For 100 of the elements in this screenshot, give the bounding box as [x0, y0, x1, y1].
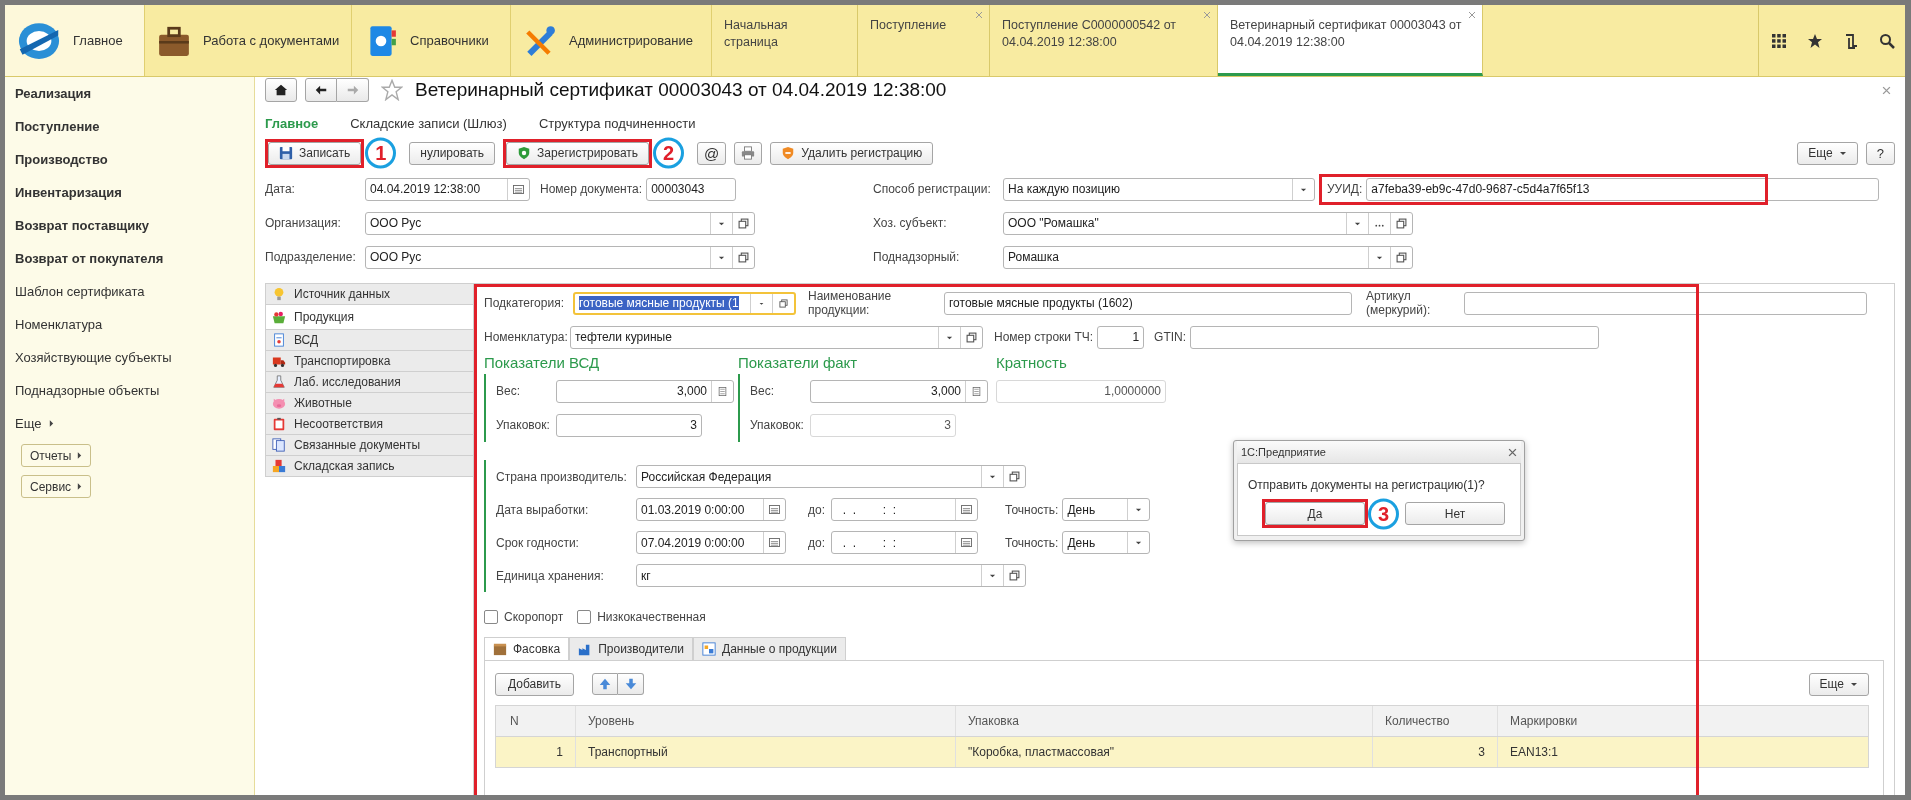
- select-field[interactable]: День: [1062, 531, 1151, 554]
- text-field[interactable]: 00003043: [646, 177, 737, 201]
- number-field[interactable]: 1,0000000: [996, 379, 1166, 403]
- side-tab[interactable]: Несоответствия: [265, 413, 473, 434]
- date-field[interactable]: . . : :: [831, 531, 978, 554]
- close-icon[interactable]: [1203, 11, 1211, 19]
- date-field[interactable]: 04.04.2019 12:38:00: [365, 177, 530, 201]
- form-tab[interactable]: Складские записи (Шлюз): [350, 115, 507, 131]
- side-tab[interactable]: Животные: [265, 392, 473, 413]
- checkbox[interactable]: [484, 610, 498, 624]
- field-label: Подкатегория:: [484, 296, 565, 310]
- sidebar-item[interactable]: Поднадзорные объекты: [15, 374, 160, 407]
- move-up-button[interactable]: [592, 673, 619, 695]
- date-field[interactable]: 01.03.2019 0:00:00: [636, 498, 786, 521]
- dialog-title: 1С:Предприятие: [1241, 446, 1326, 458]
- side-tab[interactable]: Продукция: [265, 304, 473, 329]
- tab[interactable]: Данные о продукции: [693, 637, 846, 660]
- tab[interactable]: Производители: [569, 637, 694, 660]
- sidebar-item[interactable]: Хозяйствующие субъекты: [15, 341, 172, 374]
- select-field[interactable]: ООО Рус: [365, 245, 755, 269]
- help-button[interactable]: ?: [1865, 141, 1895, 165]
- sidebar-item[interactable]: Возврат поставщику: [15, 209, 149, 242]
- section-tab[interactable]: Работа с документами: [145, 5, 352, 76]
- tab[interactable]: Фасовка: [484, 637, 570, 660]
- close-icon[interactable]: [975, 11, 983, 19]
- group-title: Показатели факт: [738, 354, 859, 373]
- column-header[interactable]: Маркировки: [1498, 706, 1868, 736]
- favorite-star-icon[interactable]: [381, 79, 403, 101]
- select-field[interactable]: тефтели куриные: [570, 325, 983, 349]
- select-field[interactable]: Российская Федерация: [636, 465, 1026, 488]
- side-tab[interactable]: Транспортировка: [265, 350, 473, 371]
- document-title: Ветеринарный сертификат 00003043 от 04.04.2019 12:38:00: [415, 79, 947, 101]
- side-tab[interactable]: Связанные документы: [265, 434, 473, 455]
- sidebar-item[interactable]: Реализация: [15, 77, 92, 110]
- more-button[interactable]: Еще: [1797, 141, 1858, 165]
- side-tab[interactable]: ВСД: [265, 329, 473, 350]
- column-header[interactable]: N: [496, 706, 576, 736]
- column-header[interactable]: Уровень: [576, 706, 956, 736]
- toolbar-button[interactable]: нулировать: [409, 141, 496, 165]
- apps-grid-icon[interactable]: [1771, 32, 1787, 49]
- number-field[interactable]: 3,000: [810, 379, 988, 403]
- close-icon[interactable]: [1508, 447, 1517, 457]
- search-icon[interactable]: [1879, 32, 1895, 49]
- date-field[interactable]: 07.04.2019 0:00:00: [636, 531, 786, 554]
- history-icon[interactable]: [1843, 32, 1859, 49]
- sidebar-button[interactable]: Отчеты: [21, 444, 92, 467]
- close-icon[interactable]: [1882, 85, 1891, 95]
- select-field[interactable]: ООО Рус: [365, 211, 755, 235]
- select-field[interactable]: Ромашка: [1003, 245, 1413, 269]
- move-down-button[interactable]: [618, 673, 645, 695]
- print-button[interactable]: [734, 141, 763, 165]
- sidebar-item[interactable]: Инвентаризация: [15, 176, 122, 209]
- toolbar-button[interactable]: Удалить регистрацию: [770, 141, 934, 165]
- sidebar-item[interactable]: Номенклатура: [15, 308, 103, 341]
- toolbar-button[interactable]: Зарегистрировать: [506, 141, 650, 165]
- text-field[interactable]: готовые мясные продукты (1602): [944, 291, 1352, 315]
- email-button[interactable]: @: [697, 141, 727, 165]
- sidebar-item[interactable]: Поступление: [15, 110, 100, 143]
- text-field[interactable]: [1464, 291, 1867, 315]
- form-tab[interactable]: Главное: [265, 115, 319, 131]
- caret-icon: [1850, 680, 1858, 688]
- sidebar-item[interactable]: Еще: [15, 407, 55, 440]
- checkbox[interactable]: [577, 610, 592, 624]
- text-field[interactable]: a7feba39-eb9c-47d0-9687-c5d4a7f65f13: [1366, 177, 1880, 201]
- sidebar-button[interactable]: Сервис: [21, 475, 92, 498]
- open-tab[interactable]: Ветеринарный сертификат 00003043 от 04.04.2019 12:38:00: [1218, 5, 1483, 76]
- field-label: Подразделение:: [265, 250, 357, 264]
- side-tab[interactable]: Источник данных: [265, 283, 473, 304]
- dialog-button[interactable]: Да: [1265, 502, 1365, 525]
- column-header[interactable]: Количество: [1373, 706, 1498, 736]
- select-field[interactable]: На каждую позицию: [1003, 177, 1315, 201]
- number-field[interactable]: 3: [556, 413, 702, 437]
- select-field[interactable]: готовые мясные продукты (1: [573, 291, 796, 315]
- number-field[interactable]: 3,000: [556, 379, 734, 403]
- basket-icon: [272, 310, 286, 324]
- dialog-button[interactable]: Нет: [1405, 502, 1505, 525]
- select-field[interactable]: ООО "Ромашка": [1003, 211, 1413, 235]
- section-tab[interactable]: Главное: [5, 5, 145, 76]
- side-tab[interactable]: Лаб. исследования: [265, 371, 473, 392]
- sidebar-item[interactable]: Шаблон сертификата: [15, 275, 145, 308]
- add-button[interactable]: Добавить: [495, 672, 575, 696]
- select-field[interactable]: кг: [636, 564, 1026, 587]
- side-tab[interactable]: Складская запись: [265, 455, 473, 477]
- form-tab[interactable]: Структура подчиненности: [538, 115, 696, 131]
- star-icon[interactable]: [1807, 32, 1823, 49]
- text-field[interactable]: [1190, 325, 1600, 349]
- column-header[interactable]: Упаковка: [956, 706, 1373, 736]
- forward-arrow-icon: [345, 83, 360, 97]
- number-field[interactable]: 1: [1097, 325, 1145, 349]
- date-field[interactable]: . . : :: [831, 498, 978, 521]
- close-icon[interactable]: [1468, 11, 1476, 19]
- sidebar-item[interactable]: Возврат от покупателя: [15, 242, 164, 275]
- bulb-icon: [272, 287, 286, 301]
- home-button[interactable]: [265, 78, 297, 102]
- back-button[interactable]: [305, 78, 337, 102]
- select-field[interactable]: День: [1062, 498, 1151, 521]
- section-tab[interactable]: Справочники: [352, 5, 511, 76]
- sidebar-item[interactable]: Производство: [15, 143, 108, 176]
- toolbar-button[interactable]: Записать: [268, 141, 362, 165]
- more-button[interactable]: Еще: [1808, 672, 1869, 696]
